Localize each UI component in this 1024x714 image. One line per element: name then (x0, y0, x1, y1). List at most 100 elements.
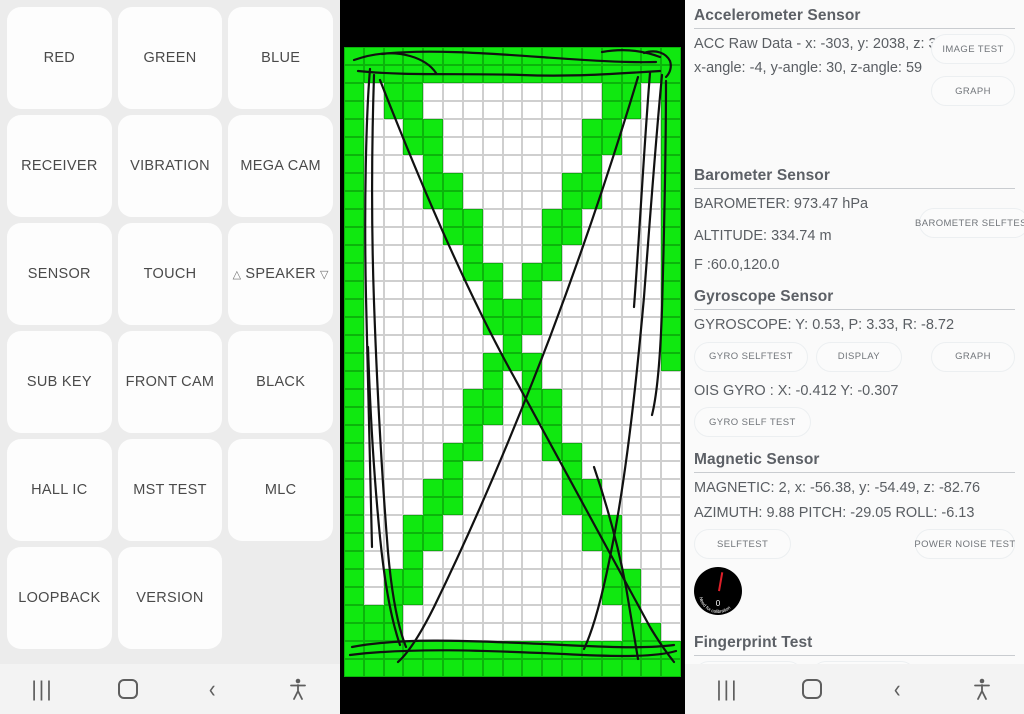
touch-cell[interactable] (522, 245, 543, 263)
touch-cell[interactable] (403, 155, 424, 173)
touch-cell[interactable] (502, 389, 523, 407)
touch-cell[interactable] (363, 119, 384, 137)
touch-cell[interactable] (502, 227, 523, 245)
touch-cell[interactable] (403, 245, 424, 263)
touch-cell[interactable] (601, 479, 622, 497)
touch-cell[interactable] (443, 227, 463, 245)
menu-button-mlc[interactable]: MLC (228, 439, 333, 541)
touch-cell[interactable] (462, 389, 483, 407)
touch-cell[interactable] (641, 209, 662, 227)
touch-cell[interactable] (601, 209, 622, 227)
touch-cell[interactable] (423, 101, 444, 119)
touch-cell[interactable] (502, 317, 523, 335)
touch-cell[interactable] (383, 209, 404, 227)
touch-cell[interactable] (621, 245, 642, 263)
touch-cell[interactable] (641, 335, 662, 353)
touch-cell[interactable] (344, 173, 364, 191)
touch-cell[interactable] (601, 605, 622, 623)
touch-cell[interactable] (502, 101, 523, 119)
touch-cell[interactable] (542, 245, 563, 263)
touch-cell[interactable] (621, 569, 642, 587)
touch-cell[interactable] (621, 443, 642, 461)
touch-cell[interactable] (621, 263, 642, 281)
touch-cell[interactable] (383, 47, 404, 65)
touch-cell[interactable] (581, 281, 602, 299)
touch-cell[interactable] (344, 65, 364, 83)
acc-graph-button[interactable]: GRAPH (931, 76, 1015, 106)
touch-cell[interactable] (403, 191, 424, 209)
touch-cell[interactable] (403, 551, 424, 569)
touch-cell[interactable] (344, 641, 364, 659)
touch-cell[interactable] (344, 335, 364, 353)
touch-cell[interactable] (661, 389, 681, 407)
touch-cell[interactable] (522, 641, 543, 659)
gyro-display-button[interactable]: DISPLAY (815, 341, 902, 372)
touch-cell[interactable] (443, 137, 463, 155)
touch-cell[interactable] (482, 389, 503, 407)
touch-cell[interactable] (502, 155, 523, 173)
barometer-selftest-button[interactable]: BAROMETER SELFTEST (915, 208, 1024, 238)
touch-cell[interactable] (443, 569, 463, 587)
touch-cell[interactable] (423, 569, 444, 587)
touch-cell[interactable] (443, 353, 463, 371)
touch-cell[interactable] (462, 83, 483, 101)
touch-cell[interactable] (581, 587, 602, 605)
touch-cell[interactable] (482, 659, 503, 677)
touch-cell[interactable] (502, 245, 523, 263)
touch-cell[interactable] (423, 47, 444, 65)
touch-cell[interactable] (661, 227, 681, 245)
sensorinfo-button[interactable]: SENSORINFO (811, 661, 916, 664)
touch-cell[interactable] (363, 569, 384, 587)
touch-cell[interactable] (581, 533, 602, 551)
back-button-right[interactable]: ‹ (869, 669, 925, 709)
touch-cell[interactable] (344, 227, 364, 245)
touch-cell[interactable] (482, 533, 503, 551)
touch-cell[interactable] (641, 281, 662, 299)
touch-cell[interactable] (383, 317, 404, 335)
touch-cell[interactable] (363, 515, 384, 533)
touch-cell[interactable] (403, 173, 424, 191)
menu-button-loopback[interactable]: LOOPBACK (7, 547, 112, 649)
normalscan-button[interactable]: NORMALSCAN (694, 661, 804, 664)
touch-cell[interactable] (661, 353, 681, 371)
touch-cell[interactable] (443, 83, 463, 101)
touch-cell[interactable] (403, 623, 424, 641)
touch-cell[interactable] (601, 551, 622, 569)
touch-cell[interactable] (403, 407, 424, 425)
touch-cell[interactable] (601, 119, 622, 137)
touch-cell[interactable] (383, 515, 404, 533)
touch-cell[interactable] (502, 65, 523, 83)
touch-cell[interactable] (423, 515, 444, 533)
touch-cell[interactable] (542, 389, 563, 407)
touch-cell[interactable] (661, 533, 681, 551)
touch-cell[interactable] (403, 65, 424, 83)
touch-cell[interactable] (641, 119, 662, 137)
touch-cell[interactable] (522, 47, 543, 65)
touch-cell[interactable] (562, 245, 582, 263)
touch-cell[interactable] (482, 317, 503, 335)
touch-cell[interactable] (482, 407, 503, 425)
touch-cell[interactable] (562, 209, 582, 227)
touch-cell[interactable] (661, 641, 681, 659)
touch-cell[interactable] (462, 425, 483, 443)
touch-cell[interactable] (601, 371, 622, 389)
touch-cell[interactable] (462, 587, 483, 605)
touch-cell[interactable] (641, 137, 662, 155)
touch-cell[interactable] (581, 65, 602, 83)
touch-cell[interactable] (363, 83, 384, 101)
touch-cell[interactable] (601, 335, 622, 353)
touch-cell[interactable] (661, 407, 681, 425)
touch-cell[interactable] (581, 173, 602, 191)
touch-cell[interactable] (661, 515, 681, 533)
touch-cell[interactable] (344, 659, 364, 677)
touch-cell[interactable] (502, 551, 523, 569)
touch-cell[interactable] (661, 371, 681, 389)
home-button[interactable] (100, 669, 156, 709)
touch-cell[interactable] (502, 353, 523, 371)
touch-cell[interactable] (542, 209, 563, 227)
touch-cell[interactable] (443, 389, 463, 407)
touch-cell[interactable] (562, 47, 582, 65)
touch-cell[interactable] (542, 569, 563, 587)
touch-cell[interactable] (423, 533, 444, 551)
touch-cell[interactable] (581, 659, 602, 677)
